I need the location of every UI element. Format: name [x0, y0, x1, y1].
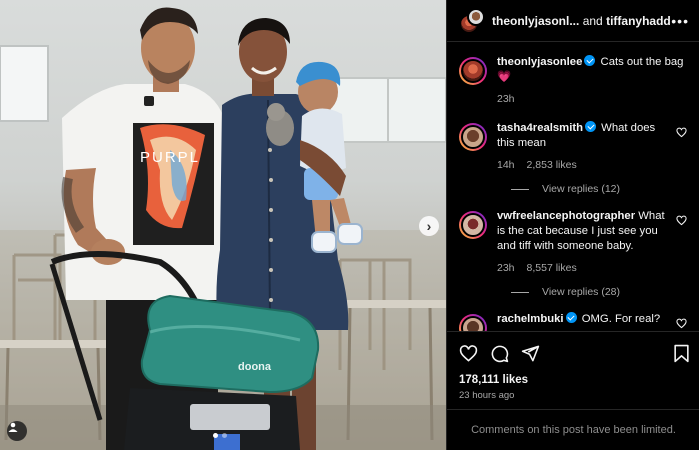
avatar[interactable]: [459, 57, 487, 85]
collab-avatars[interactable]: [459, 7, 485, 34]
comment-like-button[interactable]: [676, 125, 690, 173]
replies-line: [511, 291, 529, 293]
post-actions: 178,111 likes 23 hours ago: [447, 331, 699, 401]
comment-icon: [491, 345, 509, 362]
avatar: [467, 7, 485, 26]
more-options-button[interactable]: •••: [671, 13, 689, 29]
comment-username[interactable]: tasha4realsmith: [497, 122, 583, 134]
view-replies-button[interactable]: View replies (28): [511, 286, 690, 298]
shirt-print-text: PURPL: [140, 149, 200, 166]
heart-icon: [676, 318, 687, 329]
verified-icon: [565, 312, 577, 323]
caption-text: Cats out the bag: [600, 56, 684, 68]
photo-illustration: PURPL doona: [0, 7, 446, 450]
heart-icon: [676, 127, 687, 138]
verified-icon: [584, 55, 596, 66]
share-button[interactable]: [521, 344, 540, 363]
replies-line: [511, 188, 529, 190]
heart-icon: [676, 215, 687, 226]
comment-item: tasha4realsmith What does this mean 14h …: [459, 121, 690, 173]
user-tag-icon: [8, 422, 18, 432]
caption: theonlyjasonlee Cats out the bag 💗 23h: [459, 55, 690, 107]
collab-usernames[interactable]: theonlyjasonl... and tiffanyhadd...: [492, 14, 671, 28]
post-header: theonlyjasonl... and tiffanyhadd... •••: [447, 0, 699, 42]
comment-like-button[interactable]: [676, 316, 690, 331]
view-replies-label: View replies (28): [542, 286, 621, 298]
heart-icon: [459, 344, 478, 362]
comment-likes[interactable]: 2,853 likes: [527, 158, 577, 173]
comment-item: vwfreelancephotographer What is the cat …: [459, 209, 690, 276]
comment-time[interactable]: 14h: [497, 158, 515, 173]
more-icon: •••: [671, 12, 689, 29]
header-username-1[interactable]: theonlyjasonl...: [492, 14, 579, 28]
carousel-dot: [213, 433, 218, 438]
view-replies-label: View replies (12): [542, 183, 621, 195]
comment-button[interactable]: [490, 344, 509, 363]
comments-list[interactable]: theonlyjasonlee Cats out the bag 💗 23h t…: [447, 43, 699, 331]
bookmark-icon: [674, 344, 689, 362]
avatar[interactable]: [459, 123, 487, 151]
caption-emoji: 💗: [497, 71, 512, 83]
comment-username[interactable]: rachelmbuki: [497, 313, 564, 325]
comments-limited-notice: Comments on this post have been limited.: [447, 409, 699, 450]
carousel-dot: [222, 433, 227, 438]
caption-username[interactable]: theonlyjasonlee: [497, 56, 582, 68]
view-replies-button[interactable]: View replies (12): [511, 183, 690, 195]
avatar[interactable]: [459, 314, 487, 331]
post-photo[interactable]: PURPL doona ›: [0, 0, 446, 450]
header-username-2[interactable]: tiffanyhadd...: [606, 14, 671, 28]
comment-time[interactable]: 23h: [497, 261, 515, 276]
comment-username[interactable]: vwfreelancephotographer: [497, 210, 635, 222]
avatar[interactable]: [459, 211, 487, 239]
header-and: and: [582, 13, 603, 28]
comment-likes[interactable]: 8,557 likes: [527, 261, 577, 276]
instagram-post-modal: PURPL doona › theonlyjasonl... and tiffa…: [0, 0, 699, 450]
save-button[interactable]: [673, 344, 690, 363]
caption-time[interactable]: 23h: [497, 92, 515, 107]
like-button[interactable]: [459, 344, 478, 363]
like-count[interactable]: 178,111 likes: [459, 374, 690, 386]
chevron-right-icon: ›: [426, 218, 432, 234]
verified-icon: [585, 121, 597, 132]
post-timestamp[interactable]: 23 hours ago: [459, 390, 690, 401]
comment-item: rachelmbuki OMG. For real?: [459, 312, 690, 331]
comment-text: OMG. For real?: [581, 313, 661, 325]
user-tags-button[interactable]: [7, 421, 27, 441]
next-slide-button[interactable]: ›: [419, 216, 439, 236]
comment-like-button[interactable]: [676, 213, 690, 276]
share-icon: [521, 345, 540, 361]
stroller-brand-text: doona: [238, 361, 272, 373]
carousel-indicator: [213, 433, 227, 438]
post-side-panel: theonlyjasonl... and tiffanyhadd... ••• …: [446, 0, 699, 450]
